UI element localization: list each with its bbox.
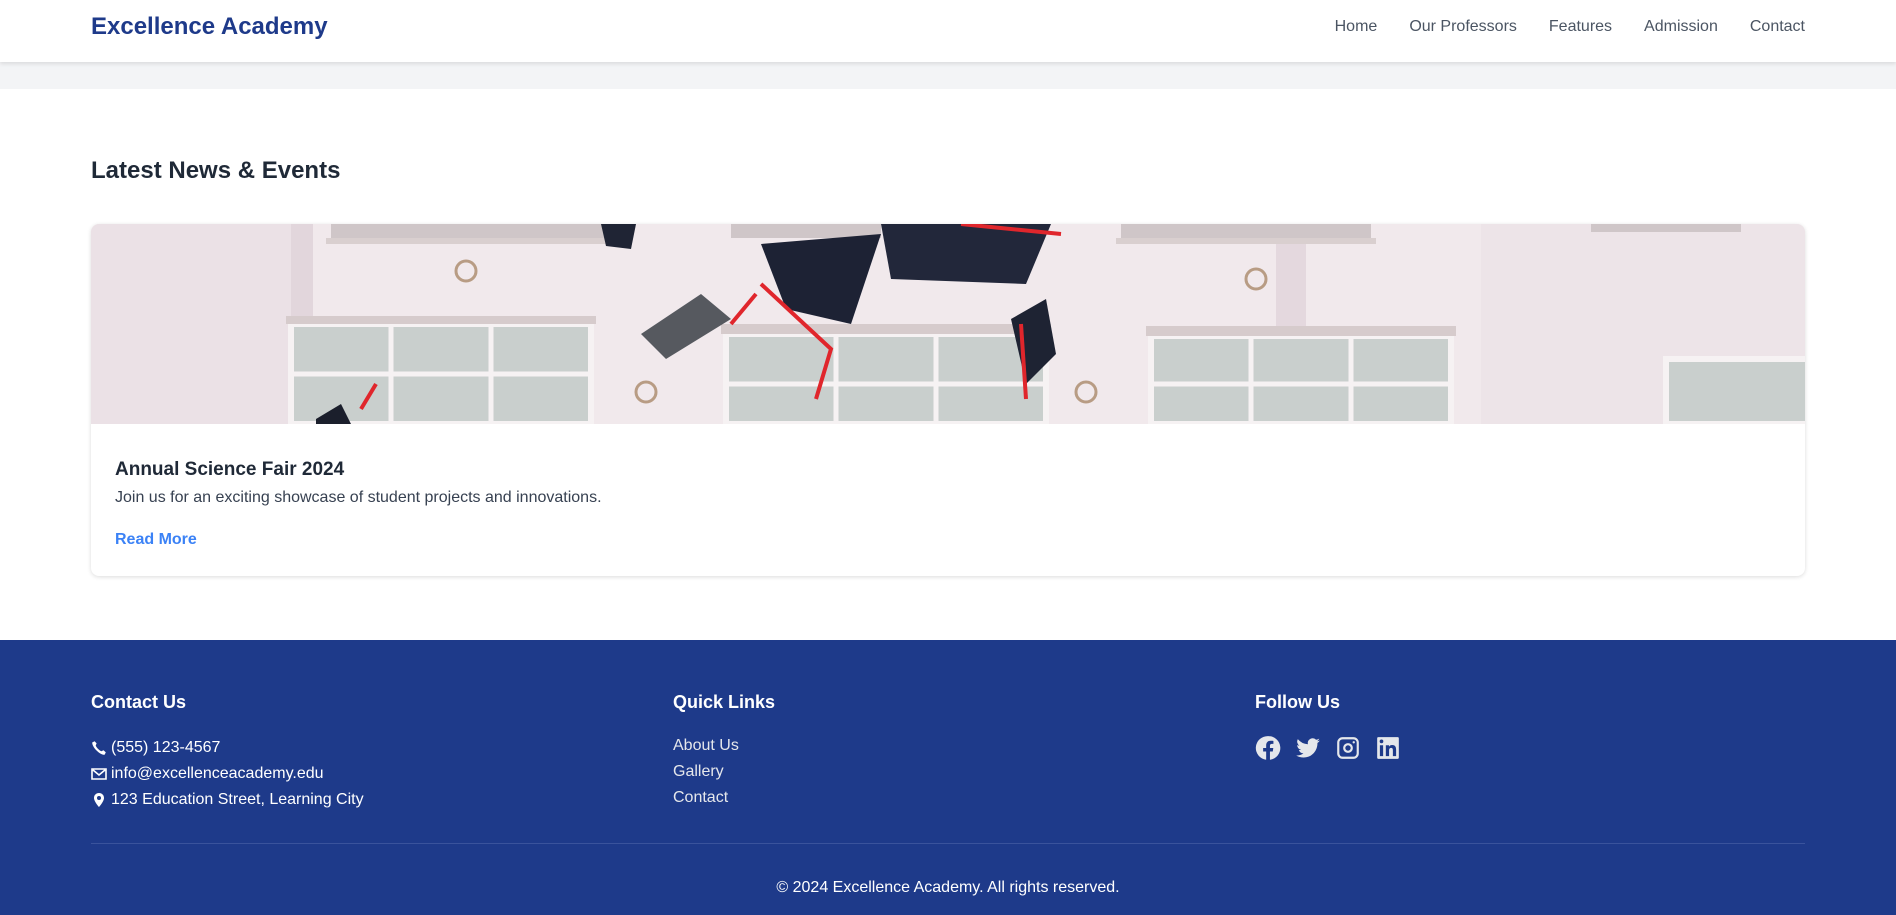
read-more-link[interactable]: Read More — [115, 531, 197, 549]
quick-link-gallery[interactable]: Gallery — [673, 761, 775, 787]
news-card-description: Join us for an exciting showcase of stud… — [115, 489, 602, 506]
quick-links-list: About Us Gallery Contact — [673, 735, 775, 813]
social-icons — [1255, 735, 1401, 761]
footer-contact-column: Contact Us (555) 123-4567 info@excellenc… — [91, 692, 364, 813]
gray-band — [0, 62, 1896, 89]
news-section-title: Latest News & Events — [91, 157, 341, 184]
top-navbar: Excellence Academy Home Our Professors F… — [0, 0, 1896, 62]
quick-link-contact[interactable]: Contact — [673, 787, 775, 813]
nav-features[interactable]: Features — [1549, 18, 1612, 36]
news-card-title: Annual Science Fair 2024 — [115, 459, 345, 480]
envelope-icon — [91, 768, 107, 780]
nav-contact[interactable]: Contact — [1750, 18, 1805, 36]
footer-quick-links-title: Quick Links — [673, 692, 776, 712]
contact-email: info@excellenceacademy.edu — [91, 761, 364, 787]
phone-icon — [92, 741, 106, 755]
footer-follow-column: Follow Us — [1255, 692, 1401, 761]
news-card-image — [91, 224, 1805, 424]
main-navigation: Home Our Professors Features Admission C… — [1335, 18, 1805, 36]
footer-divider — [91, 843, 1805, 844]
contact-phone-text: (555) 123-4567 — [111, 739, 221, 756]
contact-phone: (555) 123-4567 — [91, 735, 364, 761]
site-footer: Contact Us (555) 123-4567 info@excellenc… — [0, 640, 1896, 915]
copyright-text: © 2024 Excellence Academy. All rights re… — [776, 879, 1120, 896]
nav-our-professors[interactable]: Our Professors — [1409, 18, 1517, 36]
contact-address-text: 123 Education Street, Learning City — [111, 791, 364, 808]
instagram-icon[interactable] — [1335, 735, 1361, 761]
contact-email-text: info@excellenceacademy.edu — [111, 765, 324, 782]
facebook-icon[interactable] — [1255, 735, 1281, 761]
footer-quick-links-column: Quick Links About Us Gallery Contact — [673, 692, 775, 813]
contact-address: 123 Education Street, Learning City — [91, 787, 364, 813]
brand-logo[interactable]: Excellence Academy — [91, 13, 328, 41]
news-card: Annual Science Fair 2024 Join us for an … — [91, 224, 1805, 576]
quick-link-about-us[interactable]: About Us — [673, 735, 775, 761]
nav-admission[interactable]: Admission — [1644, 18, 1718, 36]
twitter-icon[interactable] — [1295, 735, 1321, 761]
footer-follow-title: Follow Us — [1255, 692, 1340, 712]
location-pin-icon — [94, 793, 104, 807]
linkedin-icon[interactable] — [1375, 735, 1401, 761]
footer-contact-title: Contact Us — [91, 692, 187, 712]
nav-home[interactable]: Home — [1335, 18, 1378, 36]
